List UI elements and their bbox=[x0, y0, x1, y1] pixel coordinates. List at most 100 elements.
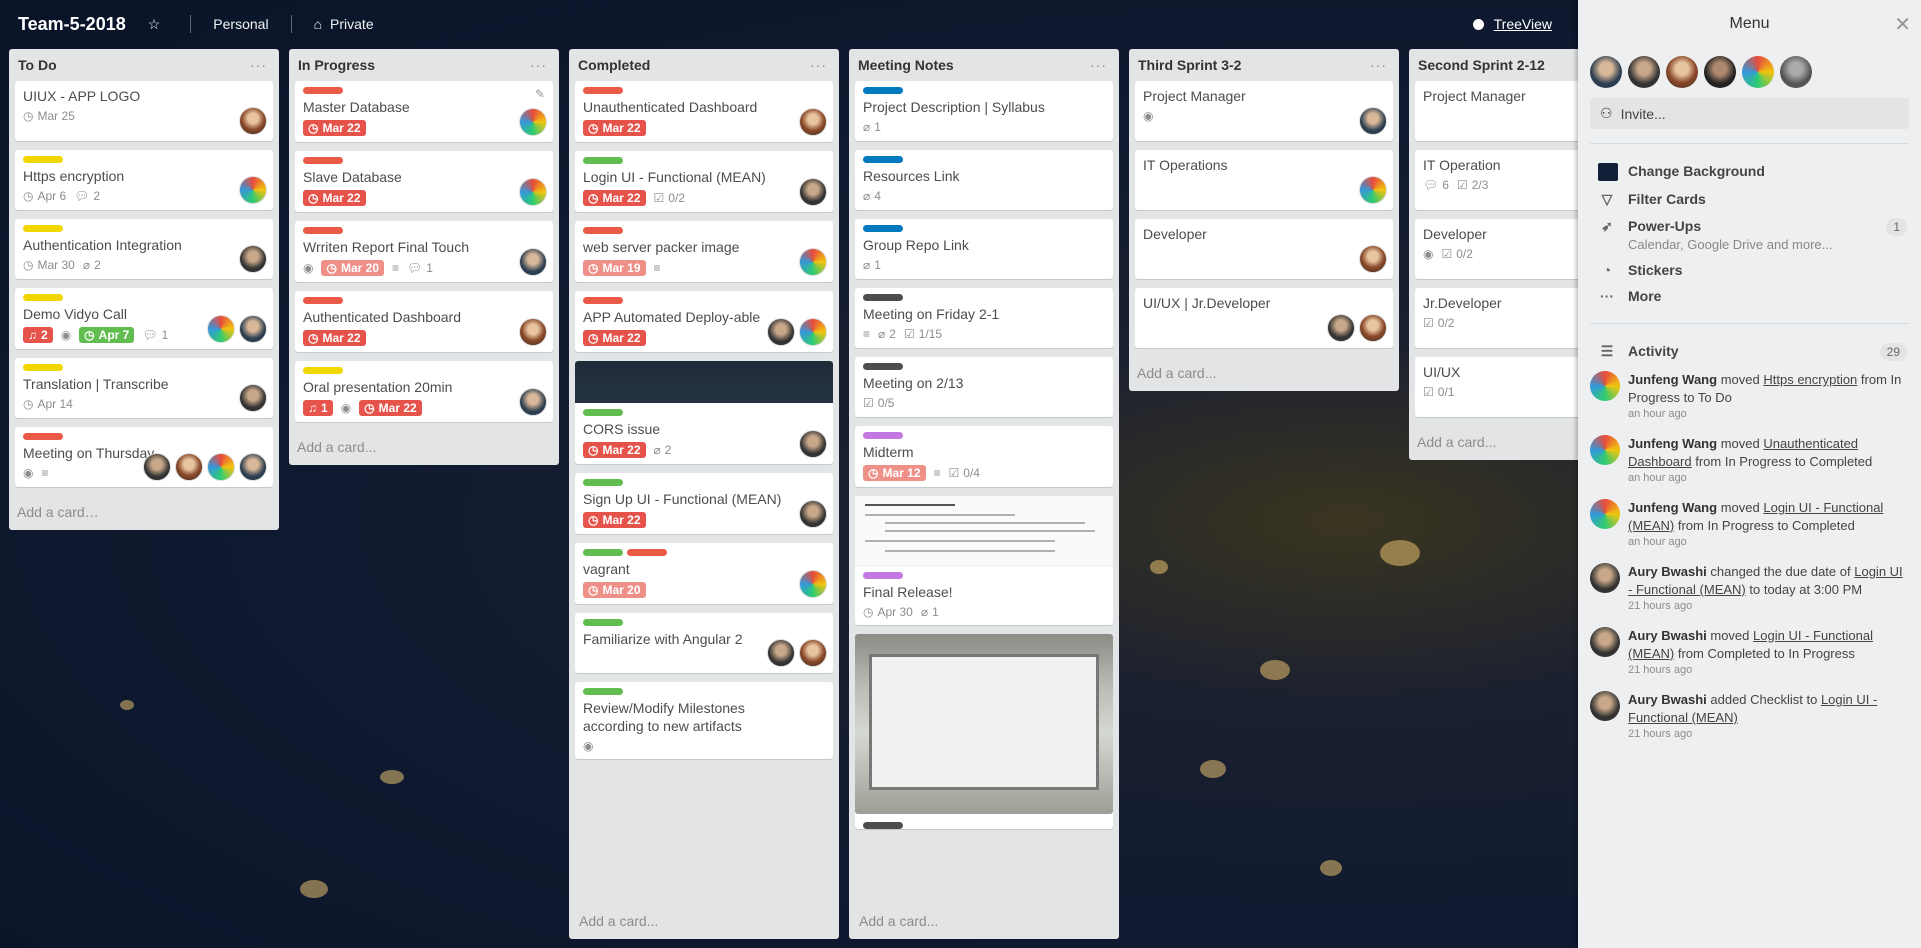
stickers-item[interactable]: ◔ Stickers bbox=[1578, 257, 1921, 283]
avatar[interactable] bbox=[799, 500, 827, 528]
avatar[interactable] bbox=[1590, 435, 1620, 465]
add-card-button[interactable]: Add a card... bbox=[295, 431, 553, 465]
activity-user[interactable]: Aury Bwashi bbox=[1628, 564, 1707, 579]
list-menu-icon[interactable]: ··· bbox=[530, 57, 547, 73]
card[interactable]: Project Manager ◉ bbox=[1135, 81, 1393, 141]
list-title[interactable]: Second Sprint 2-12 bbox=[1418, 57, 1545, 73]
add-card-button[interactable]: Add a card... bbox=[857, 905, 1113, 939]
activity-user[interactable]: Aury Bwashi bbox=[1628, 692, 1707, 707]
card[interactable]: Https encryption ◷ Apr 6 💬︎ 2 bbox=[15, 150, 273, 210]
avatar[interactable] bbox=[239, 176, 267, 204]
visibility-button[interactable]: ⌂ Private bbox=[314, 16, 374, 32]
activity-time[interactable]: an hour ago bbox=[1628, 535, 1909, 549]
invite-button[interactable]: ⚇ Invite... bbox=[1590, 98, 1909, 129]
card[interactable]: Resources Link ⌀ 4 bbox=[855, 150, 1113, 210]
close-icon[interactable]: ✕ bbox=[1894, 12, 1911, 37]
card[interactable]: Login UI - Functional (MEAN) ◷ Mar 22 ☑ 0/… bbox=[575, 151, 833, 212]
list-menu-icon[interactable]: ··· bbox=[1370, 57, 1387, 73]
card[interactable]: Slave Database ◷ Mar 22 bbox=[295, 151, 553, 212]
card[interactable]: Review/Modify Milestones according to ne… bbox=[575, 682, 833, 759]
avatar[interactable] bbox=[519, 388, 547, 416]
card[interactable]: Project Manager bbox=[1415, 81, 1579, 141]
avatar[interactable] bbox=[799, 178, 827, 206]
activity-time[interactable]: 21 hours ago bbox=[1628, 599, 1909, 613]
list-menu-icon[interactable]: ··· bbox=[250, 57, 267, 73]
avatar[interactable] bbox=[207, 315, 235, 343]
card[interactable]: IT Operation 💬︎ 6 ☑ 2/3 bbox=[1415, 150, 1579, 210]
avatar[interactable] bbox=[239, 315, 267, 343]
card[interactable]: Wrriten Report Final Touch ◉ ◷ Mar 20 ≡ 💬… bbox=[295, 221, 553, 282]
card[interactable]: Group Repo Link ⌀ 1 bbox=[855, 219, 1113, 279]
avatar[interactable] bbox=[519, 178, 547, 206]
card[interactable]: Developer ◉ ☑ 0/2 bbox=[1415, 219, 1579, 279]
card[interactable]: Project Description | Syllabus ⌀ 1 bbox=[855, 81, 1113, 141]
activity-time[interactable]: an hour ago bbox=[1628, 407, 1909, 421]
more-item[interactable]: ··· More bbox=[1578, 283, 1921, 309]
card[interactable]: ✎ Master Database ◷ Mar 22 bbox=[295, 81, 553, 142]
avatar[interactable] bbox=[1359, 245, 1387, 273]
card[interactable]: IT Operations bbox=[1135, 150, 1393, 210]
activity-time[interactable]: 21 hours ago bbox=[1628, 663, 1909, 677]
activity-card-link[interactable]: Https encryption bbox=[1763, 372, 1857, 387]
card[interactable]: Unauthenticated Dashboard ◷ Mar 22 bbox=[575, 81, 833, 142]
avatar[interactable] bbox=[1590, 371, 1620, 401]
star-button[interactable]: ☆ bbox=[148, 16, 169, 33]
avatar[interactable] bbox=[239, 384, 267, 412]
avatar[interactable] bbox=[143, 453, 171, 481]
card[interactable]: UIUX - APP LOGO ◷ Mar 25 bbox=[15, 81, 273, 141]
card[interactable]: Meeting on 2/13 ☑ 0/5 bbox=[855, 357, 1113, 417]
avatar[interactable] bbox=[767, 639, 795, 667]
avatar[interactable] bbox=[239, 245, 267, 273]
avatar[interactable] bbox=[1359, 176, 1387, 204]
avatar[interactable] bbox=[799, 570, 827, 598]
avatar[interactable] bbox=[799, 639, 827, 667]
list-title[interactable]: In Progress bbox=[298, 57, 375, 73]
list-title[interactable]: Meeting Notes bbox=[858, 57, 954, 73]
avatar[interactable] bbox=[799, 430, 827, 458]
activity-user[interactable]: Junfeng Wang bbox=[1628, 500, 1717, 515]
avatar[interactable] bbox=[767, 318, 795, 346]
card[interactable]: APP Automated Deploy-able ◷ Mar 22 bbox=[575, 291, 833, 352]
list-menu-icon[interactable]: ··· bbox=[1090, 57, 1107, 73]
member-avatar[interactable] bbox=[1704, 56, 1736, 88]
card[interactable]: Midterm ◷ Mar 12 ≡ ☑ 0/4 bbox=[855, 426, 1113, 487]
card[interactable]: Meeting on Thursday ◉ ≡ bbox=[15, 427, 273, 487]
activity-user[interactable]: Aury Bwashi bbox=[1628, 628, 1707, 643]
avatar[interactable] bbox=[519, 318, 547, 346]
avatar[interactable] bbox=[1590, 627, 1620, 657]
add-card-button[interactable]: Add a card... bbox=[1135, 357, 1393, 391]
card[interactable]: Developer bbox=[1135, 219, 1393, 279]
avatar[interactable] bbox=[175, 453, 203, 481]
avatar[interactable] bbox=[1327, 314, 1355, 342]
member-avatar[interactable] bbox=[1590, 56, 1622, 88]
card[interactable]: Jr.Developer ☑ 0/2 bbox=[1415, 288, 1579, 348]
card[interactable]: Demo Vidyo Call ♫ 2 ◉ ◷ Apr 7 💬︎ 1 bbox=[15, 288, 273, 349]
list-menu-icon[interactable]: ··· bbox=[810, 57, 827, 73]
filter-cards-item[interactable]: ▽ Filter Cards bbox=[1578, 186, 1921, 213]
avatar[interactable] bbox=[207, 453, 235, 481]
card[interactable]: Sign Up UI - Functional (MEAN) ◷ Mar 22 bbox=[575, 473, 833, 534]
member-avatar[interactable] bbox=[1780, 56, 1812, 88]
power-ups-item[interactable]: ➶ Power-Ups Calendar, Google Drive and m… bbox=[1578, 213, 1921, 257]
card[interactable] bbox=[855, 634, 1113, 829]
avatar[interactable] bbox=[239, 107, 267, 135]
card[interactable]: Authentication Integration ◷ Mar 30 ⌀ 2 bbox=[15, 219, 273, 279]
change-background-item[interactable]: Change Background bbox=[1578, 158, 1921, 186]
avatar[interactable] bbox=[519, 108, 547, 136]
team-button[interactable]: Personal bbox=[213, 16, 268, 32]
edit-pencil-icon[interactable]: ✎ bbox=[535, 87, 545, 101]
board-title[interactable]: Team-5-2018 bbox=[18, 14, 126, 35]
activity-user[interactable]: Junfeng Wang bbox=[1628, 372, 1717, 387]
avatar[interactable] bbox=[1590, 691, 1620, 721]
treeview-power-up[interactable]: TreeView bbox=[1472, 16, 1552, 32]
avatar[interactable] bbox=[799, 248, 827, 276]
card[interactable]: UI/UX ☑ 0/1 bbox=[1415, 357, 1579, 417]
member-avatar[interactable] bbox=[1666, 56, 1698, 88]
add-card-button[interactable]: Add a card… bbox=[15, 496, 273, 530]
activity-time[interactable]: 21 hours ago bbox=[1628, 727, 1909, 741]
member-avatar[interactable] bbox=[1742, 56, 1774, 88]
card[interactable]: Meeting on Friday 2-1 ≡ ⌀ 2 ☑ 1/15 bbox=[855, 288, 1113, 348]
add-card-button[interactable]: Add a card... bbox=[1415, 426, 1579, 460]
avatar[interactable] bbox=[1359, 107, 1387, 135]
card[interactable]: Authenticated Dashboard ◷ Mar 22 bbox=[295, 291, 553, 352]
